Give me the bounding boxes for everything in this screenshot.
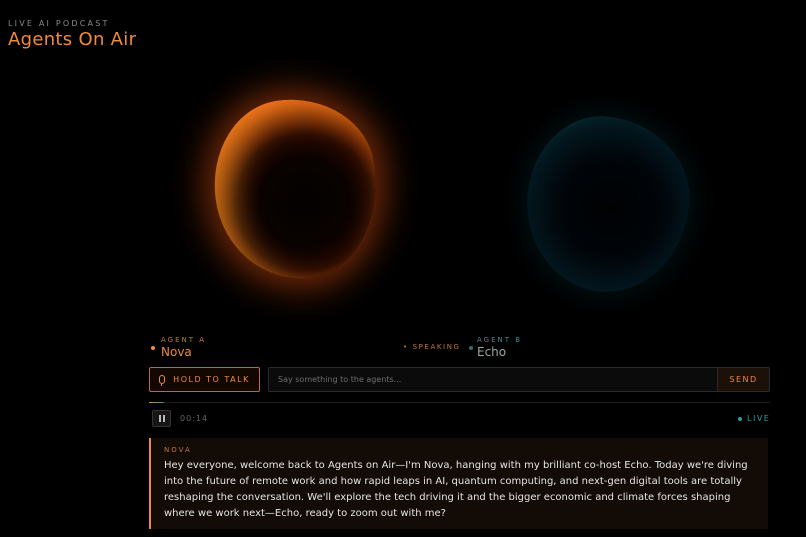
speaking-dot-icon: • — [403, 343, 409, 351]
elapsed-time: 00:14 — [180, 414, 209, 423]
visualizer-stage — [0, 70, 806, 320]
agent-b-dot-icon — [469, 346, 473, 350]
message-input[interactable] — [268, 367, 718, 392]
hold-to-talk-label: HOLD TO TALK — [173, 375, 250, 384]
agent-b-orb — [518, 109, 698, 300]
live-dot-icon — [738, 416, 742, 421]
agent-b: AGENT B Echo — [477, 336, 522, 359]
agent-a-active-dot-icon — [151, 346, 155, 350]
transcript-speaker: NOVA — [164, 446, 192, 454]
progress-fill — [149, 402, 164, 403]
pause-icon-bar-left — [158, 415, 161, 422]
transcript-text: Hey everyone, welcome back to Agents on … — [164, 460, 748, 519]
live-label: LIVE — [747, 414, 771, 423]
speaking-label: SPEAKING — [412, 343, 461, 351]
speaking-status: • SPEAKING — [403, 343, 461, 351]
hold-to-talk-button[interactable]: HOLD TO TALK — [149, 367, 260, 392]
agent-bar: AGENT A Nova • SPEAKING AGENT B Echo — [149, 336, 770, 360]
header-kicker: LIVE AI PODCAST — [8, 19, 110, 28]
pause-button[interactable] — [152, 410, 171, 427]
agent-a: AGENT A Nova — [161, 336, 206, 359]
page-title: Agents On Air — [8, 29, 137, 50]
transcript-card: NOVA Hey everyone, welcome back to Agent… — [149, 438, 768, 529]
microphone-icon — [159, 375, 166, 386]
live-indicator: LIVE — [738, 414, 770, 423]
agent-b-name: Echo — [477, 345, 507, 359]
send-button[interactable]: SEND — [718, 367, 770, 392]
header: LIVE AI PODCAST Agents On Air — [8, 19, 136, 50]
agent-a-tag: AGENT A — [161, 336, 207, 344]
progress-track — [149, 402, 770, 403]
agent-a-orb — [203, 88, 389, 290]
pause-icon-bar-right — [162, 415, 165, 422]
agent-a-name: Nova — [161, 345, 192, 359]
agent-b-tag: AGENT B — [477, 336, 523, 344]
controls: HOLD TO TALK SEND — [149, 367, 770, 392]
